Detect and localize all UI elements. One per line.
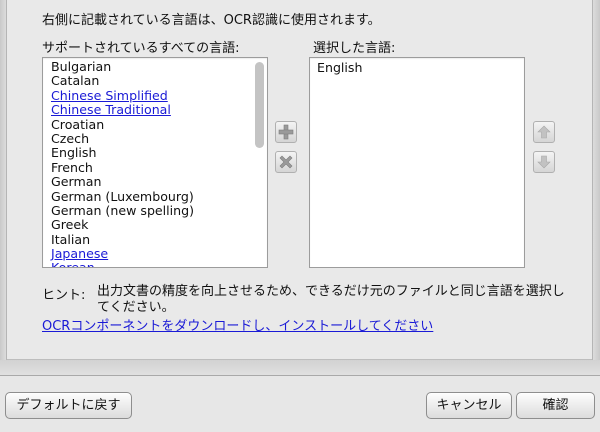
window-edge-left <box>0 0 7 375</box>
language-list-item[interactable]: Chinese Traditional <box>51 102 249 117</box>
available-languages-list[interactable]: Bulgarian Catalan Chinese Simplified Chines… <box>42 57 268 268</box>
ocr-description: 右側に記載されている言語は、OCR認識に使用されます。 <box>42 13 381 28</box>
available-list-scrollbar[interactable] <box>255 62 264 262</box>
panel-divider <box>0 360 600 376</box>
language-list-item[interactable]: Catalan <box>51 73 249 88</box>
x-icon <box>279 155 293 169</box>
window-edge-right <box>592 0 600 375</box>
language-list-item[interactable]: Czech <box>51 131 249 146</box>
language-list-item[interactable]: Greek <box>51 217 249 232</box>
confirm-button[interactable]: 確認 <box>516 392 595 419</box>
language-list-item[interactable]: Italian <box>51 232 249 247</box>
scrollbar-thumb[interactable] <box>255 62 264 148</box>
language-list-item[interactable]: Chinese Simplified <box>51 88 249 103</box>
move-up-button[interactable] <box>533 121 555 143</box>
arrow-up-icon <box>537 125 551 139</box>
hint-text: 出力文書の精度を向上させるため、できるだけ元のファイルと同じ言語を選択してくださ… <box>97 284 565 315</box>
move-down-button[interactable] <box>533 151 555 173</box>
add-language-button[interactable] <box>275 121 297 143</box>
plus-icon <box>278 124 294 140</box>
selected-languages-label: 選択した言語: <box>313 41 396 56</box>
language-list-item[interactable]: German (Luxembourg) <box>51 189 249 204</box>
language-list-item[interactable]: English <box>51 145 249 160</box>
language-list-item[interactable]: German <box>51 174 249 189</box>
restore-defaults-button[interactable]: デフォルトに戻す <box>5 392 132 419</box>
cancel-button[interactable]: キャンセル <box>426 392 512 419</box>
language-list-item[interactable]: Korean <box>51 261 249 267</box>
selected-language-item[interactable]: English <box>317 60 362 75</box>
language-list-item[interactable]: Bulgarian <box>51 59 249 74</box>
available-languages-label: サポートされているすべての言語: <box>42 41 240 56</box>
hint-label: ヒント: <box>42 288 86 303</box>
language-list-item[interactable]: German (new spelling) <box>51 203 249 218</box>
language-list-item[interactable]: French <box>51 160 249 175</box>
arrow-down-icon <box>537 155 551 169</box>
download-ocr-component-link[interactable]: OCRコンポーネントをダウンロードし、インストールしてください <box>42 315 433 334</box>
remove-language-button[interactable] <box>275 151 297 173</box>
selected-languages-list[interactable]: English <box>309 57 525 268</box>
language-list-item[interactable]: Japanese <box>51 246 249 261</box>
available-languages-items: Bulgarian Catalan Chinese Simplified Chines… <box>51 59 249 267</box>
language-list-item[interactable]: Croatian <box>51 117 249 132</box>
selected-languages-items: English <box>317 60 362 75</box>
